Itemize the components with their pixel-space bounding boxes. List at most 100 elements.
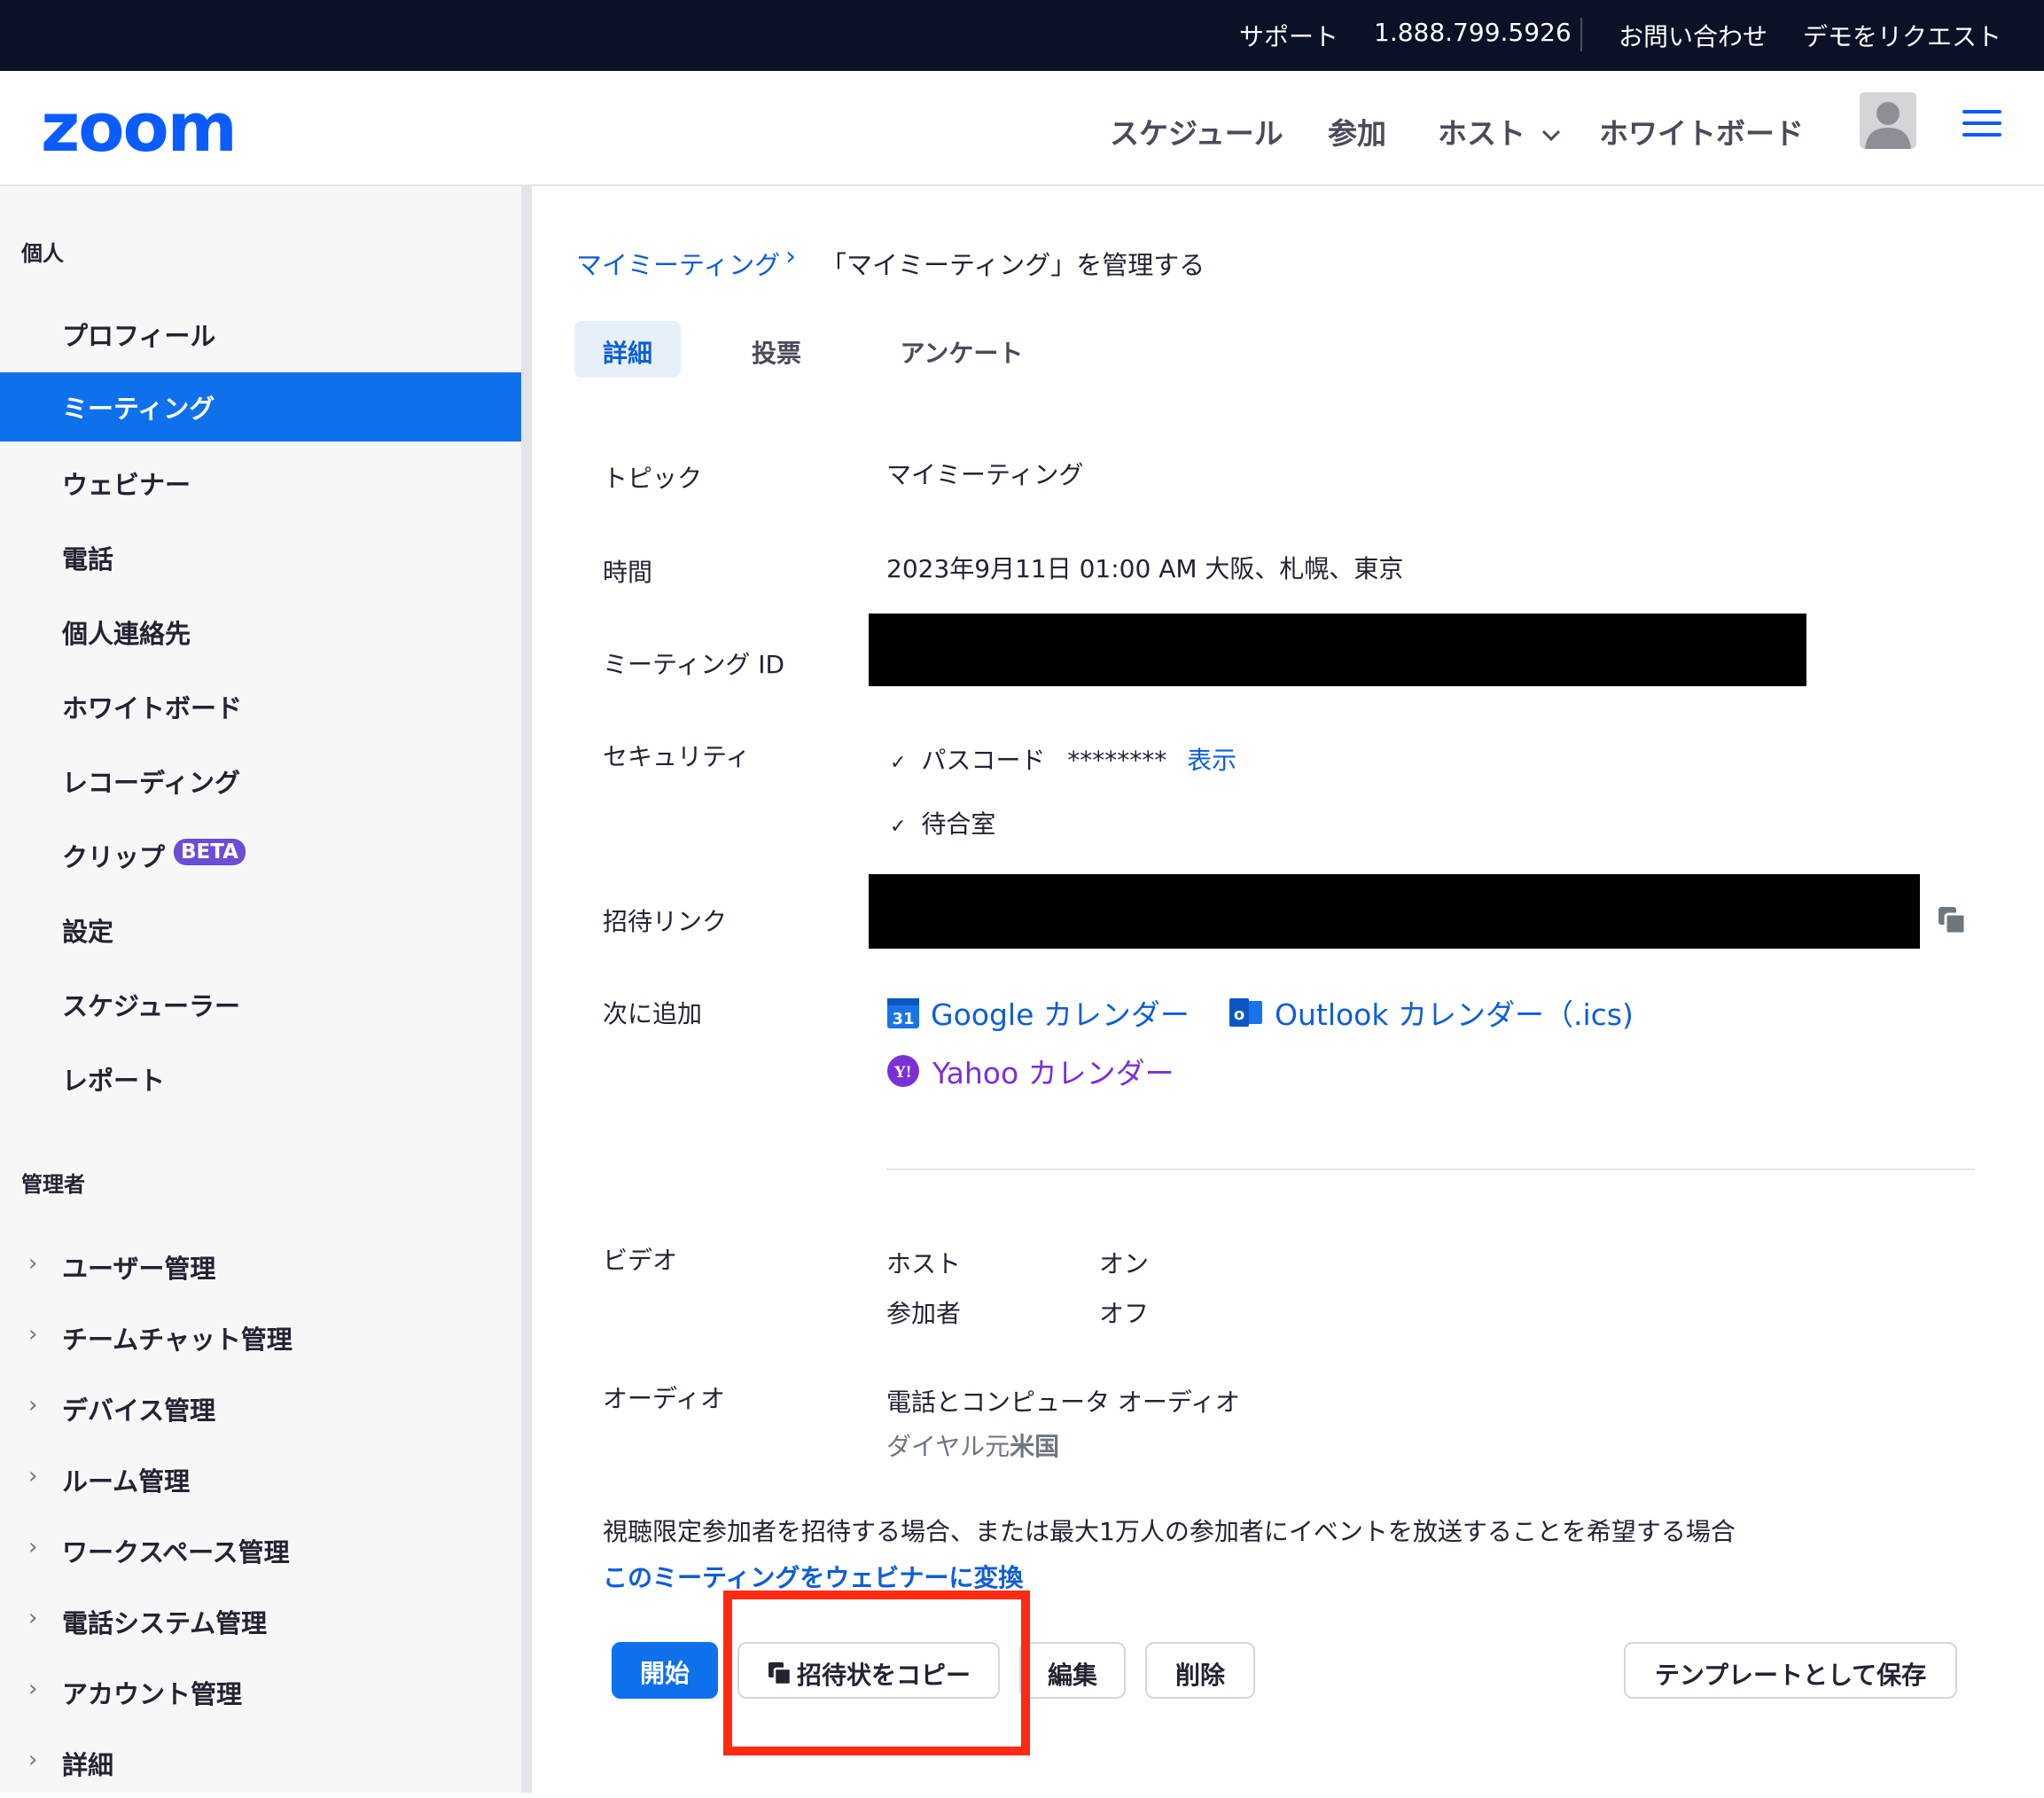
outlook-icon: o	[1229, 998, 1262, 1027]
sidebar-item-contacts[interactable]: 個人連絡先	[0, 598, 521, 667]
start-button[interactable]: 開始	[612, 1642, 718, 1699]
chevron-right-icon: ›	[28, 1392, 38, 1419]
svg-text:Y!: Y!	[893, 1064, 912, 1082]
tab-polls[interactable]: 投票	[723, 321, 830, 378]
breadcrumb-separator: ›	[785, 241, 796, 272]
nav-host[interactable]: ホスト	[1438, 110, 1561, 152]
sidebar-item-meetings[interactable]: ミーティング	[0, 372, 521, 442]
invite-link-label: 招待リンク	[603, 907, 728, 936]
chevron-right-icon: ›	[28, 1463, 38, 1489]
webinar-note: 視聴限定参加者を招待する場合、または最大1万人の参加者にイベントを放送することを…	[603, 1517, 1736, 1546]
beta-badge: BETA	[174, 839, 246, 865]
breadcrumb-my-meetings[interactable]: マイミーティング	[576, 245, 780, 282]
google-calendar-icon: 31	[887, 998, 919, 1028]
audio-label: オーディオ	[603, 1384, 726, 1413]
security-label: セキュリティ	[603, 742, 751, 771]
outlook-calendar-link[interactable]: o Outlook カレンダー（.ics)	[1229, 991, 1634, 1034]
chevron-down-icon	[1541, 129, 1560, 141]
waiting-room-label: 待合室	[921, 809, 996, 839]
video-host-value: オン	[1099, 1249, 1150, 1278]
tab-surveys[interactable]: アンケート	[886, 321, 1037, 378]
passcode-label: パスコード	[921, 746, 1046, 775]
video-participant-label: 参加者	[886, 1299, 962, 1328]
time-value: 2023年9月11日 01:00 AM 大阪、札幌、東京	[886, 554, 1404, 583]
yahoo-icon: Y!	[887, 1055, 919, 1087]
sidebar-item-advanced[interactable]: › 詳細	[0, 1729, 521, 1798]
sidebar-item-whiteboards[interactable]: ホワイトボード	[0, 672, 521, 741]
convert-to-webinar-link[interactable]: このミーティングをウェビナーに変換	[603, 1559, 1023, 1594]
yahoo-calendar-link[interactable]: Y! Yahoo カレンダー	[886, 1050, 1174, 1092]
chevron-right-icon: ›	[28, 1321, 38, 1348]
sidebar-item-workspace-management[interactable]: › ワークスペース管理	[0, 1516, 521, 1585]
check-icon: ✓	[890, 752, 907, 774]
chevron-right-icon: ›	[28, 1250, 38, 1277]
time-label: 時間	[603, 558, 653, 587]
svg-text:zoom: zoom	[41, 88, 236, 167]
save-as-template-button[interactable]: テンプレートとして保存	[1624, 1642, 1957, 1699]
phone-number[interactable]: 1.888.799.5926	[1374, 18, 1572, 47]
topic-value: マイミーティング	[886, 460, 1084, 489]
add-to-label: 次に追加	[603, 999, 703, 1028]
page-title: 「マイミーティング」を管理する	[821, 250, 1205, 280]
divider	[1580, 18, 1582, 51]
top-utility-bar: サポート 1.888.799.5926 お問い合わせ デモをリクエスト	[0, 0, 2044, 71]
video-label: ビデオ	[603, 1246, 678, 1275]
chevron-right-icon: ›	[28, 1534, 38, 1560]
main-header: zoom スケジュール 参加 ホスト ホワイトボード	[0, 71, 2044, 186]
zoom-logo[interactable]: zoom	[39, 87, 243, 170]
chevron-right-icon: ›	[28, 1747, 38, 1773]
support-link[interactable]: サポート	[1239, 18, 1338, 53]
edit-button[interactable]: 編集	[1019, 1642, 1126, 1699]
sidebar-item-clips[interactable]: クリップ BETA	[0, 821, 521, 890]
sidebar-item-profile[interactable]: プロフィール	[0, 300, 521, 369]
video-host-label: ホスト	[886, 1249, 962, 1278]
sidebar-heading-admin: 管理者	[21, 1172, 85, 1197]
svg-text:o: o	[1234, 1005, 1244, 1024]
sidebar-item-phone-system-management[interactable]: › 電話システム管理	[0, 1587, 521, 1656]
sidebar-item-account-management[interactable]: › アカウント管理	[0, 1658, 521, 1727]
meeting-id-redacted	[869, 614, 1806, 686]
copy-icon[interactable]	[1936, 904, 1968, 936]
nav-host-label: ホスト	[1438, 116, 1525, 151]
nav-join[interactable]: 参加	[1328, 110, 1386, 152]
svg-text:31: 31	[892, 1010, 914, 1028]
waiting-room-row: ✓ 待合室	[890, 805, 995, 840]
tab-details[interactable]: 詳細	[574, 321, 681, 378]
sidebar-item-room-management[interactable]: › ルーム管理	[0, 1445, 521, 1514]
show-passcode-link[interactable]: 表示	[1187, 746, 1237, 775]
sidebar-scroll-edge	[521, 186, 532, 1793]
hamburger-menu-icon[interactable]	[1962, 110, 2001, 137]
invite-link-redacted	[869, 874, 1920, 949]
audio-value: 電話とコンピュータ オーディオ	[886, 1388, 1240, 1417]
sidebar-item-device-management[interactable]: › デバイス管理	[0, 1374, 521, 1443]
sidebar-item-webinars[interactable]: ウェビナー	[0, 449, 521, 518]
user-avatar-icon[interactable]	[1860, 92, 1916, 149]
sidebar-item-scheduler[interactable]: スケジューラー	[0, 970, 521, 1039]
passcode-value: ********	[1067, 746, 1167, 775]
video-participant-value: オフ	[1099, 1299, 1150, 1328]
passcode-row: ✓ パスコード ******** 表示	[890, 741, 1237, 777]
sidebar-item-user-management[interactable]: › ユーザー管理	[0, 1232, 521, 1302]
nav-whiteboard[interactable]: ホワイトボード	[1599, 110, 1804, 152]
nav-schedule[interactable]: スケジュール	[1110, 110, 1283, 152]
dial-in-label: ダイヤル元	[886, 1432, 1010, 1461]
delete-button[interactable]: 削除	[1145, 1642, 1255, 1699]
sidebar: 個人 プロフィール ミーティング ウェビナー 電話 個人連絡先 ホワイトボード …	[0, 186, 521, 1793]
chevron-right-icon: ›	[28, 1676, 38, 1702]
meeting-id-label: ミーティング ID	[603, 650, 785, 679]
sidebar-item-reports[interactable]: レポート	[0, 1044, 521, 1114]
chevron-right-icon: ›	[28, 1605, 38, 1631]
google-calendar-link[interactable]: 31 Google カレンダー	[886, 991, 1190, 1034]
sidebar-item-team-chat-management[interactable]: › チームチャット管理	[0, 1303, 521, 1372]
sidebar-item-settings[interactable]: 設定	[0, 895, 521, 965]
topic-label: トピック	[603, 464, 703, 493]
sidebar-item-phone[interactable]: 電話	[0, 523, 521, 592]
dial-in-country: 米国	[1010, 1432, 1060, 1461]
section-divider	[886, 1169, 1975, 1170]
sidebar-item-recordings[interactable]: レコーディング	[0, 747, 521, 816]
annotation-highlight-box	[723, 1591, 1030, 1755]
contact-link[interactable]: お問い合わせ	[1619, 18, 1767, 53]
dial-in-row: ダイヤル元米国	[886, 1427, 1059, 1463]
demo-request-link[interactable]: デモをリクエスト	[1803, 18, 2001, 53]
check-icon: ✓	[890, 816, 907, 838]
